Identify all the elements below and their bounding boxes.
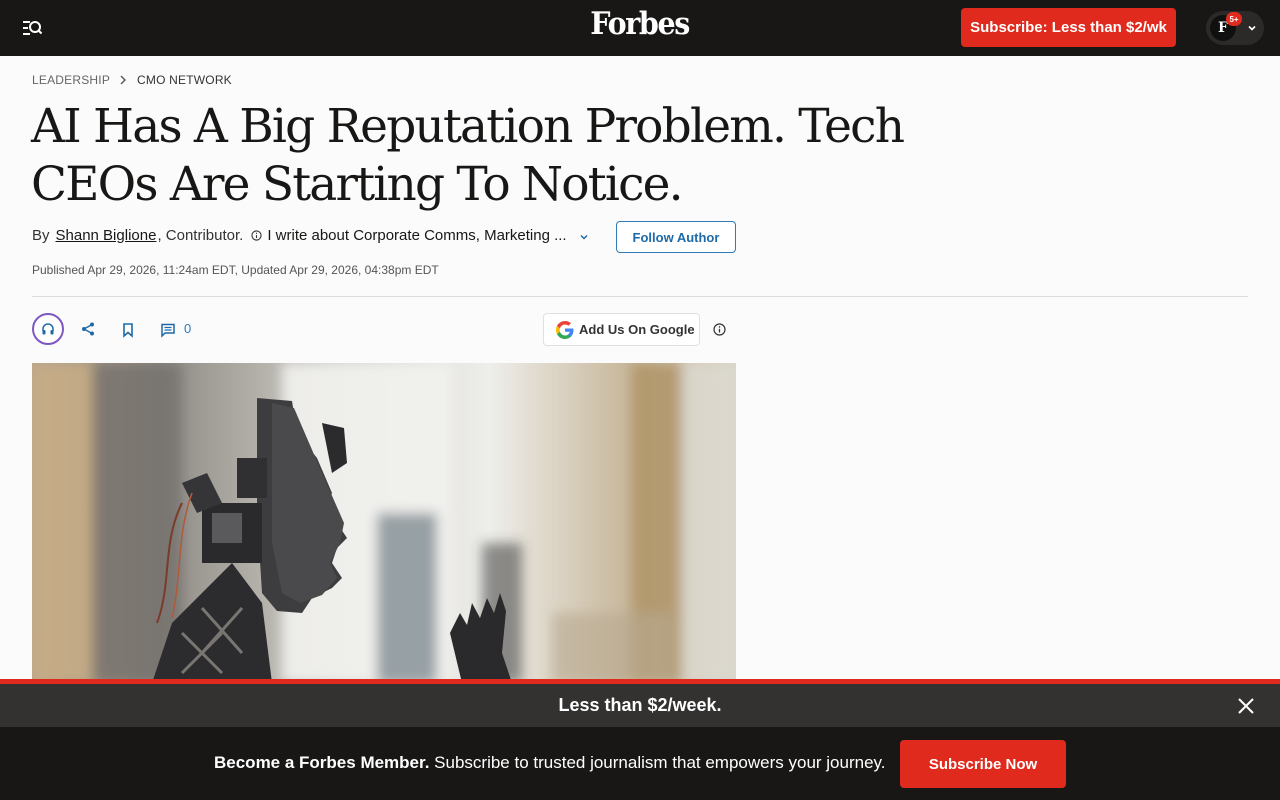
robot-photo <box>32 363 736 683</box>
banner-headline: Less than $2/week. <box>558 695 722 715</box>
author-link[interactable]: Shann Biglione <box>56 227 157 244</box>
divider <box>32 296 1248 297</box>
banner-message: Become a Forbes Member. Subscribe to tru… <box>214 753 886 773</box>
headphones-icon <box>42 323 54 335</box>
add-us-on-google-button[interactable]: Add Us On Google <box>543 313 700 346</box>
top-navigation-bar: Forbes Subscribe: Less than $2/wk F 5+ <box>0 0 1280 56</box>
info-icon[interactable] <box>713 323 726 336</box>
by-label: By <box>32 227 50 244</box>
publish-date: Published Apr 29, 2026, 11:24am EDT, Upd… <box>32 263 439 277</box>
banner-member-bold: Become a Forbes Member. <box>214 753 430 772</box>
add-us-on-google-label: Add Us On Google <box>579 322 695 337</box>
account-menu[interactable]: F 5+ <box>1206 11 1264 45</box>
bookmark-icon[interactable] <box>120 322 136 338</box>
article-headline: AI Has A Big Reputation Problem. Tech CE… <box>31 99 905 212</box>
breadcrumb-cmo-network[interactable]: CMO NETWORK <box>137 73 232 87</box>
subscribe-button[interactable]: Subscribe: Less than $2/wk <box>961 8 1176 47</box>
chevron-right-icon <box>120 75 127 85</box>
close-icon[interactable] <box>1236 696 1256 716</box>
author-role: , Contributor. <box>157 227 244 244</box>
subscription-banner: Become a Forbes Member. Subscribe to tru… <box>0 727 1280 800</box>
info-icon <box>251 230 262 241</box>
banner-member-text: Subscribe to trusted journalism that emp… <box>434 753 886 772</box>
share-icon[interactable] <box>80 321 96 337</box>
chevron-down-icon[interactable] <box>578 231 590 243</box>
notification-badge: 5+ <box>1226 12 1242 26</box>
breadcrumb-leadership[interactable]: LEADERSHIP <box>32 73 110 87</box>
comment-icon[interactable] <box>160 322 176 338</box>
follow-author-button[interactable]: Follow Author <box>616 221 736 253</box>
breadcrumb: LEADERSHIP CMO NETWORK <box>32 73 232 87</box>
google-icon <box>556 320 574 339</box>
byline: By Shann Biglione , Contributor. I write… <box>32 227 567 244</box>
hero-image <box>32 363 736 683</box>
chevron-down-icon <box>1248 25 1256 31</box>
comment-count[interactable]: 0 <box>184 321 191 336</box>
subscription-banner-header: Less than $2/week. <box>0 684 1280 727</box>
author-bio: I write about Corporate Comms, Marketing… <box>267 227 567 244</box>
subscribe-now-button[interactable]: Subscribe Now <box>900 740 1066 788</box>
listen-button[interactable] <box>32 313 64 345</box>
